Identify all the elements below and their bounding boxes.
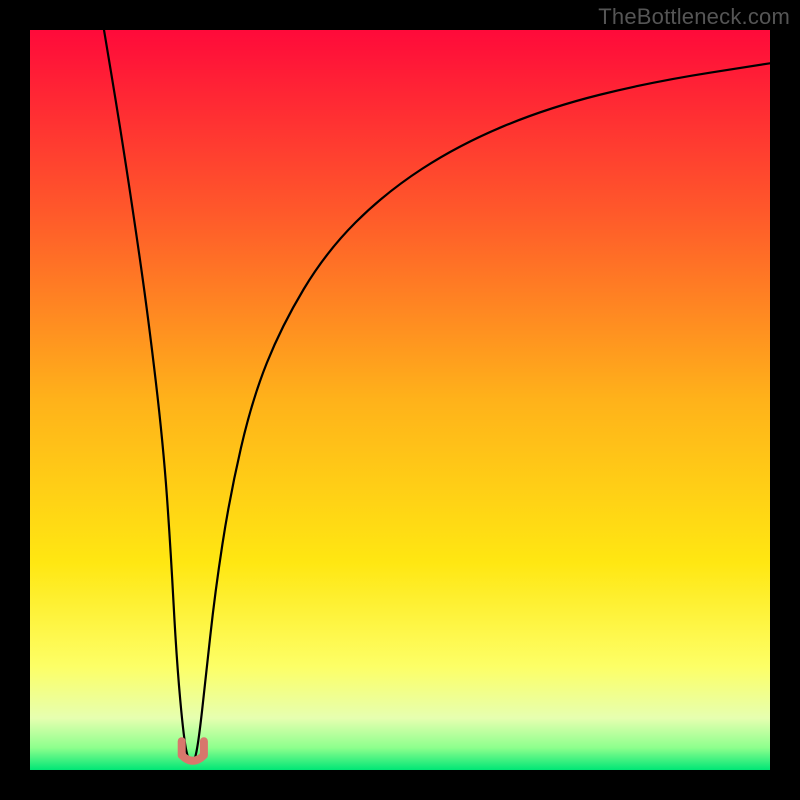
curve-layer — [30, 30, 770, 770]
figure-frame: TheBottleneck.com — [0, 0, 800, 800]
watermark-text: TheBottleneck.com — [598, 4, 790, 30]
trough-marker — [182, 741, 204, 761]
plot-area — [30, 30, 770, 770]
bottleneck-curve — [104, 30, 770, 763]
